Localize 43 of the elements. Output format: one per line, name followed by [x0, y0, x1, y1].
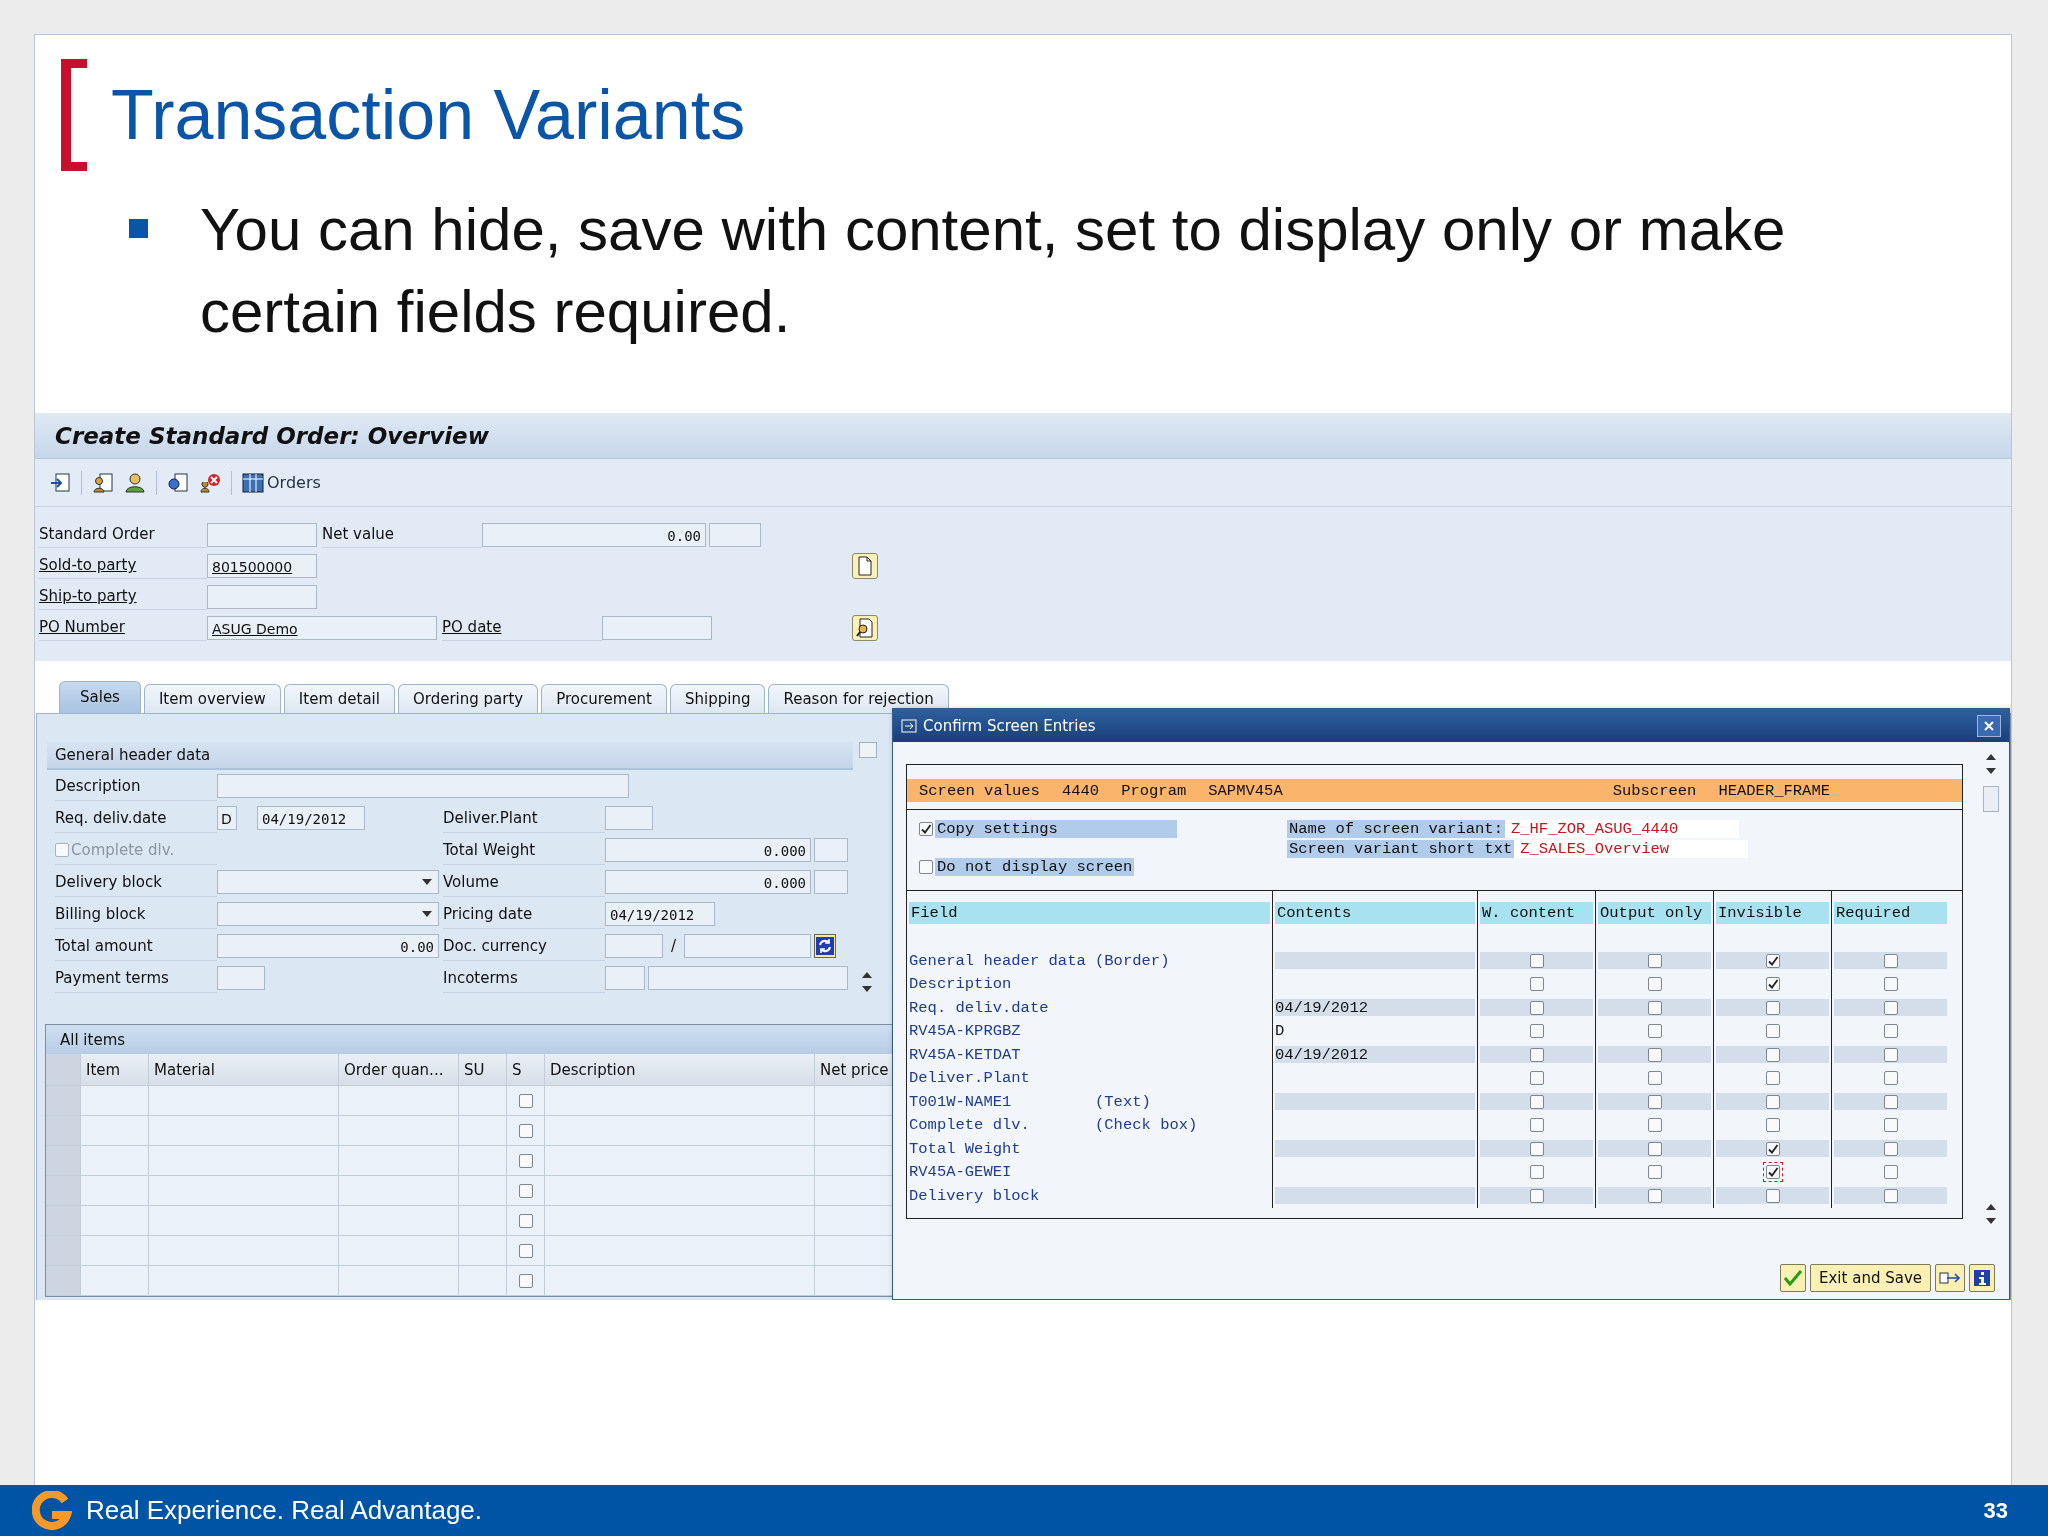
- screen-values-label: Screen values: [919, 781, 1040, 800]
- column-header: Field: [909, 902, 1270, 924]
- option-label: Do not display screen: [935, 858, 1135, 876]
- column-header: Required: [1834, 902, 1947, 924]
- field-note: (Border): [1095, 951, 1170, 970]
- field-note: (Check box): [1095, 1116, 1198, 1135]
- field-note: (Text): [1095, 1092, 1151, 1111]
- field-name: Total Weight: [909, 1139, 1022, 1158]
- field-label: Name of screen variant:: [1287, 820, 1505, 838]
- field-name: Deliver.Plant: [909, 1069, 1031, 1088]
- column-header: Contents: [1275, 902, 1475, 924]
- field-name: RV45A-GEWEI: [909, 1163, 1013, 1182]
- field-name: Description: [909, 975, 1013, 994]
- field-name: Complete dlv.: [909, 1116, 1031, 1135]
- field-name: RV45A-KPRGBZ: [909, 1022, 1022, 1041]
- slide-title: Transaction Variants: [111, 80, 746, 150]
- bullet-text: You can hide, save with content, set to display only or make certain fields required.: [200, 195, 1787, 347]
- column-header: W. content: [1480, 902, 1593, 924]
- table-cell: 04/19/2012: [1275, 1046, 1475, 1064]
- page-number: 33: [1983, 1497, 2008, 1524]
- field-name: RV45A-KETDAT: [909, 1045, 1022, 1064]
- field-name: Req. deliv.date: [909, 998, 1050, 1017]
- column-header: Output only: [1598, 902, 1711, 924]
- program-name: SAPMV45A: [1208, 781, 1283, 800]
- table-cell-text: D: [1275, 1022, 1286, 1040]
- subscreen-label: Subscreen: [1612, 781, 1697, 800]
- footer-tagline: Real Experience. Real Advantage.: [86, 1495, 484, 1526]
- field-label: Screen variant short txt: [1287, 840, 1515, 858]
- window-title: Create Standard Order: Overview: [55, 422, 489, 449]
- field-name: T001W-NAME1: [909, 1092, 1013, 1111]
- table-cell: 04/19/2012: [1275, 999, 1475, 1017]
- table-title: All items: [60, 1030, 126, 1049]
- field-label: Complete dlv.: [55, 835, 217, 865]
- field-name: General header data: [909, 951, 1087, 970]
- subscreen-name: HEADER_FRAME: [1718, 781, 1830, 800]
- separator-text: /: [671, 937, 677, 955]
- group-title: General header data: [55, 746, 211, 764]
- column-header: Invisible: [1716, 902, 1829, 924]
- program-label: Program: [1121, 781, 1187, 800]
- field-name: Delivery block: [909, 1186, 1041, 1205]
- screen-number: 4440: [1061, 781, 1100, 800]
- dialog-title: Confirm Screen Entries: [923, 716, 1097, 735]
- option-label: Copy settings: [935, 820, 1177, 838]
